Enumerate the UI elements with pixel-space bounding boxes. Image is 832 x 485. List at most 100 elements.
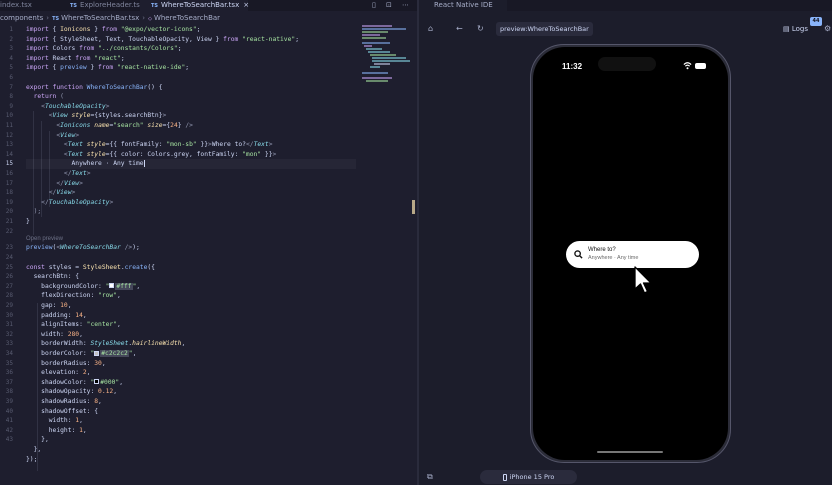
code-line: });	[26, 455, 38, 463]
editor-tab-bar: index.tsx TS ExploreHeader.tsx TS WhereToS…	[0, 0, 417, 11]
logs-label: Logs	[791, 25, 809, 33]
tab-explore-header[interactable]: TS ExploreHeader.tsx	[60, 0, 144, 11]
breadcrumb-item[interactable]: WhereToSearchBar	[154, 14, 220, 22]
phone-icon	[502, 473, 507, 481]
code-line: preview(<WhereToSearchBar />);	[26, 244, 140, 252]
code-line: alignItems: "center",	[26, 321, 121, 329]
refresh-icon[interactable]: ↻	[477, 24, 484, 34]
line-number: 43	[5, 436, 13, 444]
url-bar[interactable]: preview:WhereToSearchBar	[496, 22, 593, 36]
line-number: 9	[9, 102, 13, 110]
line-number: 17	[5, 179, 13, 187]
code-line: }	[26, 218, 30, 225]
code-line: shadowColor: " #000",	[26, 378, 124, 386]
line-number: 26	[5, 273, 13, 281]
line-number: 22	[5, 227, 13, 235]
code-line: searchBtn: {	[26, 273, 80, 281]
line-number: 29	[5, 302, 13, 309]
scrollbar-thumb[interactable]	[412, 200, 415, 214]
dynamic-island	[598, 57, 656, 71]
split-editor-icon[interactable]: ▯	[372, 1, 376, 10]
line-number: 39	[5, 398, 13, 405]
battery-icon	[695, 63, 706, 69]
device-selector[interactable]: iPhone 15 Pro	[480, 470, 577, 484]
tsx-file-icon: TS	[70, 3, 78, 9]
code-line: return (	[33, 93, 64, 101]
wifi-icon	[683, 62, 692, 70]
code-line-current: Anywhere · Any time	[26, 159, 356, 169]
device-label: iPhone 15 Pro	[509, 473, 555, 481]
line-number: 14	[5, 150, 13, 158]
line-number: 13	[5, 141, 13, 149]
code-line: import Colors from "../constants/Colors"…	[26, 45, 182, 53]
tab-label: WhereToSearchBar.tsx	[161, 1, 240, 9]
code-line: <TouchableOpacity>	[41, 102, 110, 110]
tab-index[interactable]: index.tsx	[0, 0, 60, 11]
code-line: );	[33, 208, 42, 216]
minimap[interactable]	[362, 25, 412, 85]
code-line: <Text style={{ fontFamily: "mon-sb" }}>W…	[63, 141, 273, 149]
line-number: 19	[5, 198, 13, 206]
code-line: flexDirection: "row",	[26, 292, 121, 300]
tab-react-native-ide[interactable]: React Native IDE	[419, 0, 507, 11]
line-number: 16	[5, 170, 13, 177]
line-number: 3	[9, 45, 13, 53]
preview-panel: React Native IDE ⌂ ← ↻ preview:WhereToSe…	[419, 0, 832, 485]
code-line: import { Ionicons } from "@expo/vector-i…	[26, 26, 201, 33]
line-number: 28	[5, 292, 13, 300]
back-arrow-icon[interactable]: ←	[456, 24, 463, 34]
preview-footer: ⧉ iPhone 15 Pro	[419, 468, 832, 485]
preview-tab-bar: React Native IDE	[419, 0, 832, 11]
device-frame: 11:32 Where to? Anywhere · Any time	[530, 44, 731, 463]
line-number: 10	[5, 112, 13, 120]
breadcrumb-item[interactable]: components	[0, 14, 43, 22]
mouse-pointer-icon	[634, 266, 652, 294]
tsx-file-icon: TS	[151, 3, 159, 9]
logs-button[interactable]: ▤ Logs	[783, 23, 808, 35]
search-title: Where to?	[588, 247, 616, 253]
more-actions-icon[interactable]: ⋯	[402, 1, 409, 10]
line-number: 33	[5, 340, 13, 348]
code-line: shadowOffset: {	[26, 407, 99, 415]
code-editor[interactable]: index.tsx TS ExploreHeader.tsx TS WhereToS…	[0, 0, 417, 485]
close-icon[interactable]: ×	[243, 0, 249, 11]
line-number: 34	[5, 350, 13, 357]
line-number: 32	[5, 330, 13, 338]
lock-icon[interactable]: ⊡	[386, 1, 392, 10]
line-number: 31	[5, 321, 13, 329]
line-number: 36	[5, 369, 13, 377]
code-line: width: 1,	[26, 417, 83, 425]
code-line: </TouchableOpacity>	[41, 198, 114, 206]
line-number: 37	[5, 378, 13, 386]
line-number: 5	[9, 64, 13, 72]
home-icon[interactable]: ⌂	[428, 24, 433, 34]
chevron-right-icon: ›	[142, 14, 146, 22]
symbol-icon: ◇	[148, 16, 152, 22]
settings-gear-icon[interactable]: ⚙	[824, 24, 831, 34]
line-number: 30	[5, 311, 13, 319]
line-number: 35	[5, 359, 13, 367]
device-settings-icon[interactable]: ⧉	[427, 472, 433, 482]
log-count-badge: 44	[810, 17, 822, 26]
code-line: </Text>	[63, 170, 91, 177]
line-number: 6	[9, 74, 13, 81]
code-line: export function WhereToSearchBar() {	[26, 83, 163, 91]
line-number: 8	[9, 93, 13, 101]
code-line: width: 280,	[26, 330, 83, 338]
code-line: gap: 10,	[26, 302, 72, 309]
breadcrumb: components › TS WhereToSearchBar.tsx › ◇ Where…	[0, 13, 417, 24]
line-number: 38	[5, 388, 13, 396]
code-line: import React from "react";	[26, 54, 125, 62]
line-number: 7	[9, 83, 13, 91]
device-screen[interactable]: 11:32 Where to? Anywhere · Any time	[533, 47, 728, 460]
line-number: 41	[5, 417, 13, 425]
where-to-search-bar[interactable]: Where to? Anywhere · Any time	[566, 241, 699, 268]
tab-where-to-search-bar[interactable]: TS WhereToSearchBar.tsx ×	[140, 0, 249, 11]
line-number: 23	[5, 244, 13, 252]
text-cursor	[143, 159, 145, 167]
breadcrumb-item[interactable]: WhereToSearchBar.tsx	[61, 14, 139, 22]
line-number: 18	[5, 189, 13, 197]
code-line: shadowRadius: 8,	[26, 398, 102, 405]
tab-label: ExploreHeader.tsx	[80, 1, 144, 9]
line-number: 15	[5, 160, 13, 168]
